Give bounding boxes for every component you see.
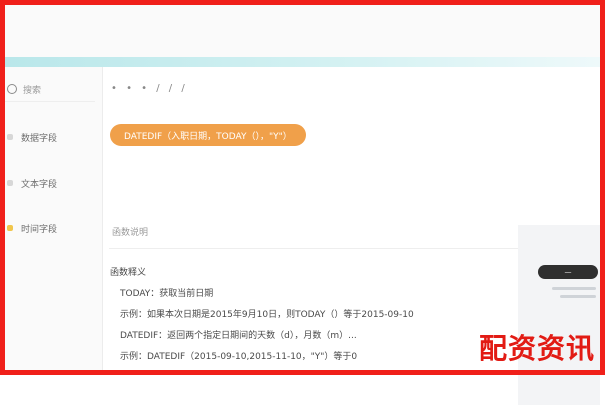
sidebar-item-data-fields[interactable]: 数据字段 xyxy=(5,127,101,147)
syntax-line: 示例：DATEDIF（2015-09-10,2015-11-10，"Y"）等于0 xyxy=(120,352,358,362)
field-icon xyxy=(7,134,13,140)
sidebar-item-text-fields[interactable]: 文本字段 xyxy=(5,173,101,193)
right-panel-chip: — xyxy=(538,265,598,279)
formula-chip[interactable]: DATEDIF（入职日期，TODAY（），"Y"） xyxy=(110,124,306,146)
right-panel-line xyxy=(552,287,596,290)
formula-text: DATEDIF（入职日期，TODAY（），"Y"） xyxy=(124,131,292,142)
top-bar xyxy=(5,5,600,57)
right-panel-line xyxy=(560,295,596,298)
breadcrumb: • • • / / / xyxy=(111,83,188,94)
syntax-label: 函数释义 xyxy=(110,268,147,278)
watermark: 配资资讯 xyxy=(478,332,595,365)
time-field-icon xyxy=(7,225,13,231)
section-title: 函数说明 xyxy=(112,228,149,238)
search-placeholder: 搜索 xyxy=(23,85,42,96)
right-panel xyxy=(518,225,600,405)
sidebar-item-label: 数据字段 xyxy=(21,133,58,144)
main-content: • • • / / / DATEDIF（入职日期，TODAY（），"Y"） 函数… xyxy=(103,67,600,405)
function-description: 函数释义 TODAY：获取当前日期 示例：如果本次日期是2015年9月10日，则… xyxy=(110,265,510,370)
search-input[interactable]: 搜索 xyxy=(5,77,95,102)
syntax-line: 示例：如果本次日期是2015年9月10日，则TODAY（）等于2015-09-1… xyxy=(120,310,414,320)
teal-header-line xyxy=(5,57,600,67)
syntax-line: DATEDIF：返回两个指定日期间的天数（d），月数（m）... xyxy=(120,331,357,341)
search-icon xyxy=(7,84,17,94)
sidebar-item-time-fields[interactable]: 时间字段 xyxy=(5,218,101,238)
sidebar: 搜索 数据字段 文本字段 时间字段 xyxy=(5,67,103,370)
syntax-line: TODAY：获取当前日期 xyxy=(120,289,214,299)
text-field-icon xyxy=(7,180,13,186)
divider xyxy=(109,248,520,249)
sidebar-item-label: 文本字段 xyxy=(21,179,58,190)
sidebar-item-label: 时间字段 xyxy=(21,224,58,235)
